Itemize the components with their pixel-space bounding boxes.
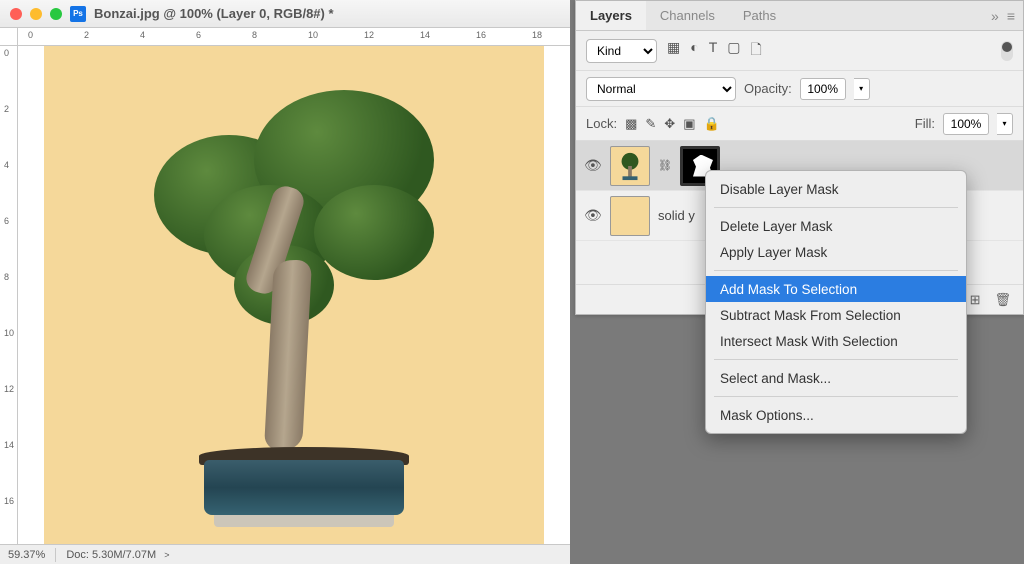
panel-menu-icon[interactable]: ≡ <box>1007 8 1015 24</box>
tab-paths[interactable]: Paths <box>729 1 790 30</box>
ctx-apply-mask[interactable]: Apply Layer Mask <box>706 239 966 265</box>
context-menu: Disable Layer Mask Delete Layer Mask App… <box>705 170 967 434</box>
filter-smart-icon[interactable]: 🗋 <box>751 39 762 63</box>
minimize-icon[interactable] <box>30 8 42 20</box>
lock-label: Lock: <box>586 116 617 131</box>
ruler-tick: 8 <box>252 30 257 40</box>
statusbar: 59.37% Doc: 5.30M/7.07M > <box>0 544 570 564</box>
lock-artboard-icon[interactable]: ▣ <box>683 116 695 132</box>
ctx-mask-options[interactable]: Mask Options... <box>706 402 966 428</box>
new-layer-icon[interactable]: ⊞ <box>970 292 981 308</box>
opacity-input[interactable] <box>800 78 846 100</box>
ruler-tick: 4 <box>140 30 145 40</box>
link-icon[interactable]: ⛓ <box>658 159 672 172</box>
document-title: Bonzai.jpg @ 100% (Layer 0, RGB/8#) * <box>94 6 334 21</box>
ctx-select-and-mask[interactable]: Select and Mask... <box>706 365 966 391</box>
ruler-tick: 4 <box>4 160 9 170</box>
visibility-icon[interactable]: 👁 <box>584 157 602 175</box>
ruler-tick: 12 <box>4 384 14 394</box>
filter-icons: ▦ ◐ T ▢ 🗋 <box>667 39 762 63</box>
status-menu-arrow-icon[interactable]: > <box>164 550 169 560</box>
doc-size-readout[interactable]: Doc: 5.30M/7.07M <box>66 549 156 561</box>
ctx-separator <box>714 207 958 208</box>
ruler-tick: 14 <box>4 440 14 450</box>
tab-layers[interactable]: Layers <box>576 1 646 30</box>
ruler-tick: 2 <box>4 104 9 114</box>
ruler-tick: 6 <box>196 30 201 40</box>
opacity-stepper[interactable]: ▾ <box>854 78 870 100</box>
ruler-tick: 0 <box>28 30 33 40</box>
lock-all-icon[interactable]: 🔒 <box>703 116 719 132</box>
ruler-tick: 12 <box>364 30 374 40</box>
filter-toggle[interactable] <box>1001 41 1013 61</box>
ctx-add-mask-to-selection[interactable]: Add Mask To Selection <box>706 276 966 302</box>
ctx-disable-mask[interactable]: Disable Layer Mask <box>706 176 966 202</box>
ctx-subtract-mask[interactable]: Subtract Mask From Selection <box>706 302 966 328</box>
close-icon[interactable] <box>10 8 22 20</box>
fill-input[interactable] <box>943 113 989 135</box>
ruler-tick: 0 <box>4 48 9 58</box>
ruler-tick: 10 <box>308 30 318 40</box>
visibility-icon[interactable]: 👁 <box>584 207 602 225</box>
ruler-vertical[interactable]: 0 2 4 6 8 10 12 14 16 18 <box>0 46 18 544</box>
ctx-delete-mask[interactable]: Delete Layer Mask <box>706 213 966 239</box>
ruler-tick: 16 <box>4 496 14 506</box>
zoom-icon[interactable] <box>50 8 62 20</box>
ruler-tick: 2 <box>84 30 89 40</box>
document-window: Ps Bonzai.jpg @ 100% (Layer 0, RGB/8#) *… <box>0 0 570 564</box>
app-badge: Ps <box>70 6 86 22</box>
ruler-tick: 10 <box>4 328 14 338</box>
ctx-intersect-mask[interactable]: Intersect Mask With Selection <box>706 328 966 354</box>
tab-channels[interactable]: Channels <box>646 1 729 30</box>
fill-stepper[interactable]: ▾ <box>997 113 1013 135</box>
lock-pixels-icon[interactable]: ✎ <box>645 116 656 132</box>
ctx-separator <box>714 359 958 360</box>
zoom-readout[interactable]: 59.37% <box>8 549 45 561</box>
layer-thumbnail[interactable] <box>610 146 650 186</box>
filter-pixel-icon[interactable]: ▦ <box>667 39 680 63</box>
ctx-separator <box>714 396 958 397</box>
fill-label: Fill: <box>915 116 935 131</box>
lock-position-icon[interactable]: ✥ <box>664 116 675 132</box>
opacity-label: Opacity: <box>744 81 792 96</box>
ruler-tick: 8 <box>4 272 9 282</box>
ruler-horizontal[interactable]: 0 2 4 6 8 10 12 14 16 18 <box>0 28 570 46</box>
canvas[interactable] <box>18 46 570 544</box>
delete-layer-icon[interactable]: 🗑 <box>994 292 1011 308</box>
titlebar: Ps Bonzai.jpg @ 100% (Layer 0, RGB/8#) * <box>0 0 570 28</box>
blend-mode-select[interactable]: Normal <box>586 77 736 101</box>
panel-tabs: Layers Channels Paths » ≡ <box>576 1 1023 31</box>
filter-shape-icon[interactable]: ▢ <box>727 39 740 63</box>
ruler-tick: 16 <box>476 30 486 40</box>
lock-transparency-icon[interactable]: ▩ <box>625 116 637 132</box>
ruler-tick: 6 <box>4 216 9 226</box>
ruler-tick: 14 <box>420 30 430 40</box>
expand-icon[interactable]: » <box>991 8 999 24</box>
artwork <box>44 46 544 544</box>
ruler-tick: 18 <box>532 30 542 40</box>
ctx-separator <box>714 270 958 271</box>
filter-type-icon[interactable]: T <box>709 39 718 63</box>
layer-thumbnail[interactable] <box>610 196 650 236</box>
filter-adjustment-icon[interactable]: ◐ <box>690 39 698 63</box>
layer-name[interactable]: solid y <box>658 208 695 223</box>
filter-kind-select[interactable]: Kind <box>586 39 657 63</box>
